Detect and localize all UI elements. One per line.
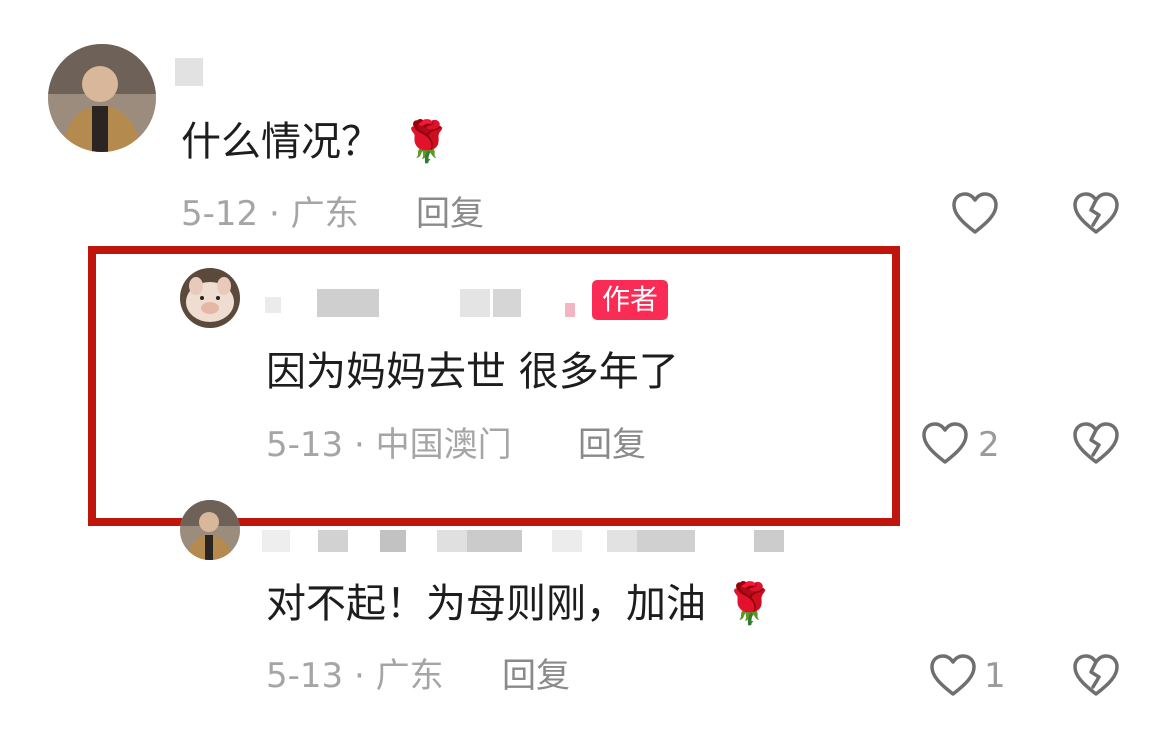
comment-text: 因为妈妈去世 很多年了 [266,349,679,395]
commenter-name-blurred[interactable] [175,58,205,86]
piglet-photo [180,268,240,328]
broken-heart-icon [1073,192,1119,234]
commenter-avatar[interactable] [48,44,156,152]
comment-date-location: 5-12 · 广东 [181,194,359,234]
dislike-button[interactable] [1072,652,1120,698]
comment-text-row: 对不起！为母则刚，加油 🌹 [266,580,775,628]
comment-date-location: 5-13 · 中国澳门 [266,425,512,465]
reply-button[interactable]: 回复 [416,194,484,234]
heart-outline-icon [930,654,976,696]
broken-heart-icon [1073,422,1119,464]
heart-outline-icon [952,192,998,234]
like-count: 1 [984,656,1006,696]
author-badge: 作者 [592,280,669,320]
commenter-name-blurred[interactable] [262,530,787,552]
comment-date-location: 5-13 · 广东 [266,656,444,696]
broken-heart-icon [1073,654,1119,696]
comment-text-row: 什么情况？ 🌹 [181,118,452,166]
reply-button[interactable]: 回复 [502,656,570,696]
like-button[interactable] [928,652,978,698]
commenter-avatar[interactable] [180,500,240,560]
heart-outline-icon [922,422,968,464]
rose-emoji: 🌹 [401,119,452,165]
like-count: 2 [978,425,1000,465]
reply-button[interactable]: 回复 [578,425,646,465]
dislike-button[interactable] [1072,190,1120,236]
dislike-button[interactable] [1072,420,1120,466]
rose-emoji: 🌹 [724,581,775,627]
author-avatar[interactable] [180,268,240,328]
person-photo [180,500,240,560]
comment-text: 什么情况？ [181,119,381,165]
like-button[interactable] [950,190,1000,236]
like-button[interactable] [920,420,970,466]
person-photo [48,44,156,152]
author-name-blurred[interactable] [265,287,575,319]
comment-text: 对不起！为母则刚，加油 [266,581,706,627]
